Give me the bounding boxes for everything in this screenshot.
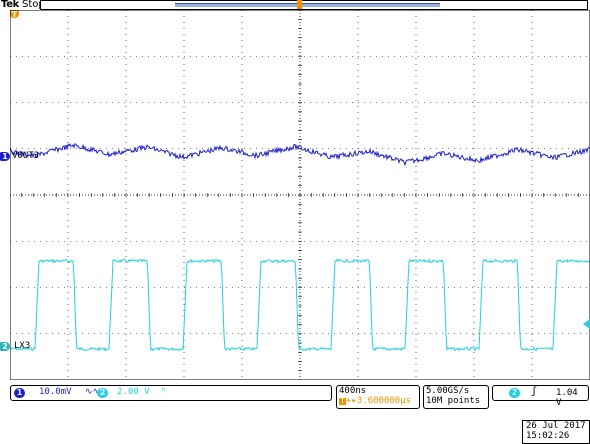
channel-status-bar[interactable]: 1 10.0mV ∿∿ 2 2.00 V ʰ <box>10 385 332 401</box>
trigger-delay-icon: T <box>339 398 346 405</box>
date: 26 Jul 2017 <box>526 421 586 431</box>
trigger-box[interactable]: 2 ʃ 1.04 V <box>492 385 589 408</box>
timebase-value: 400ns <box>339 386 367 396</box>
ch1-scale[interactable]: 10.0mV <box>39 387 72 397</box>
ch1-marker-number: 1 <box>2 152 8 161</box>
ch2-badge: 2 <box>97 388 108 398</box>
acquisition-box[interactable]: 5.00GS/s 10M points <box>423 385 489 409</box>
brand-logo: Tek <box>1 0 20 10</box>
record-view-window[interactable] <box>175 3 440 7</box>
trigger-level: 1.04 V <box>556 388 578 408</box>
ch2-ground-marker[interactable]: 2 <box>0 342 10 351</box>
ch2-label: LX3 <box>14 341 31 351</box>
timebase-box[interactable]: 400ns T +▸3.600000μs <box>336 385 420 409</box>
ch1-label: VOUT3 <box>12 151 40 161</box>
ch2-scale[interactable]: 2.00 V <box>117 387 150 397</box>
ch1-ground-marker[interactable]: 1 <box>0 152 10 161</box>
record-length: 10M points <box>426 396 481 406</box>
time: 15:02:26 <box>526 431 570 441</box>
ch1-badge: 1 <box>14 388 25 398</box>
ch2-coupling-icon: ʰ <box>161 387 167 397</box>
datetime-box: 26 Jul 2017 15:02:26 <box>522 420 590 444</box>
sample-rate: 5.00GS/s <box>426 386 470 396</box>
ch2-marker-number: 2 <box>2 342 8 351</box>
trigger-source-badge: 2 <box>509 388 520 398</box>
trigger-delay: +▸3.600000μs <box>346 396 412 406</box>
rising-edge-icon: ʃ <box>531 386 538 397</box>
waveform-display[interactable] <box>10 10 590 380</box>
graticule <box>10 10 590 380</box>
trigger-level-marker[interactable] <box>583 319 590 329</box>
trigger-position-marker[interactable] <box>297 0 302 9</box>
